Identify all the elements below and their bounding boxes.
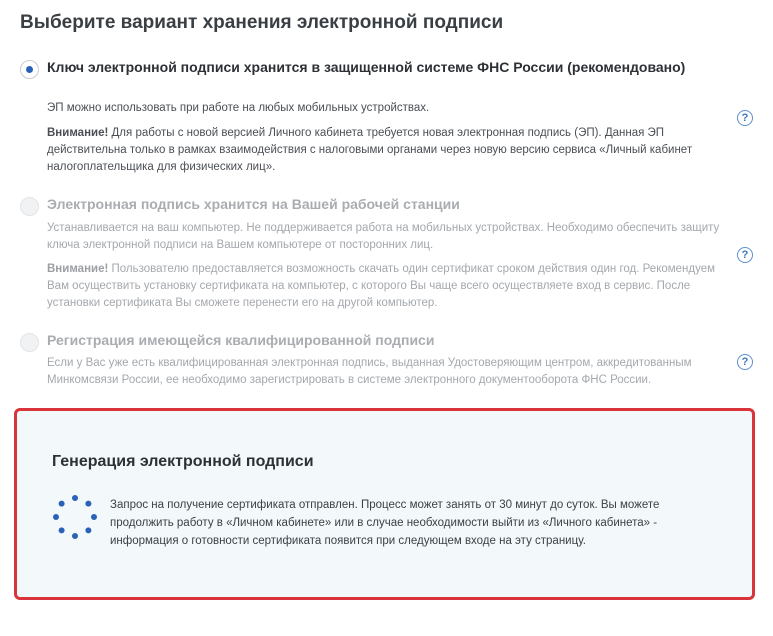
option-title: Регистрация имеющейся квалифицированной … <box>47 332 435 348</box>
warning-label: Внимание! <box>47 263 109 275</box>
help-icon[interactable]: ? <box>737 110 753 126</box>
option-fns-storage-radio[interactable] <box>20 60 39 79</box>
option-warning: Внимание! Для работы с новой версией Лич… <box>47 125 727 176</box>
warning-text: Пользователю предоставляется возможность… <box>47 263 716 309</box>
option-description: Если у Вас уже есть квалифицированная эл… <box>47 357 692 386</box>
page-title: Выберите вариант хранения электронной по… <box>20 12 504 33</box>
option-description: ЭП можно использовать при работе на любы… <box>47 102 430 114</box>
generation-message: Запрос на получение сертификата отправле… <box>110 499 660 547</box>
option-register-qualified-radio[interactable] <box>20 333 39 352</box>
option-fns-storage[interactable]: Ключ электронной подписи хранится в защи… <box>20 58 760 178</box>
option-warning: Внимание! Пользователю предоставляется в… <box>47 261 727 312</box>
loading-spinner-icon <box>53 495 97 539</box>
warning-text: Для работы с новой версией Личного кабин… <box>47 127 693 173</box>
generation-title: Генерация электронной подписи <box>52 453 314 470</box>
option-register-qualified[interactable]: Регистрация имеющейся квалифицированной … <box>20 331 760 391</box>
option-local-workstation[interactable]: Электронная подпись хранится на Вашей ра… <box>20 195 760 310</box>
help-icon[interactable]: ? <box>737 354 753 370</box>
option-title: Ключ электронной подписи хранится в защи… <box>47 59 686 75</box>
generation-panel: Генерация электронной подписи Запрос на … <box>14 408 755 600</box>
option-local-workstation-radio[interactable] <box>20 197 39 216</box>
option-title: Электронная подпись хранится на Вашей ра… <box>47 196 460 212</box>
option-description: Устанавливается на ваш компьютер. Не под… <box>47 222 720 251</box>
help-icon[interactable]: ? <box>737 247 753 263</box>
warning-label: Внимание! <box>47 127 109 139</box>
